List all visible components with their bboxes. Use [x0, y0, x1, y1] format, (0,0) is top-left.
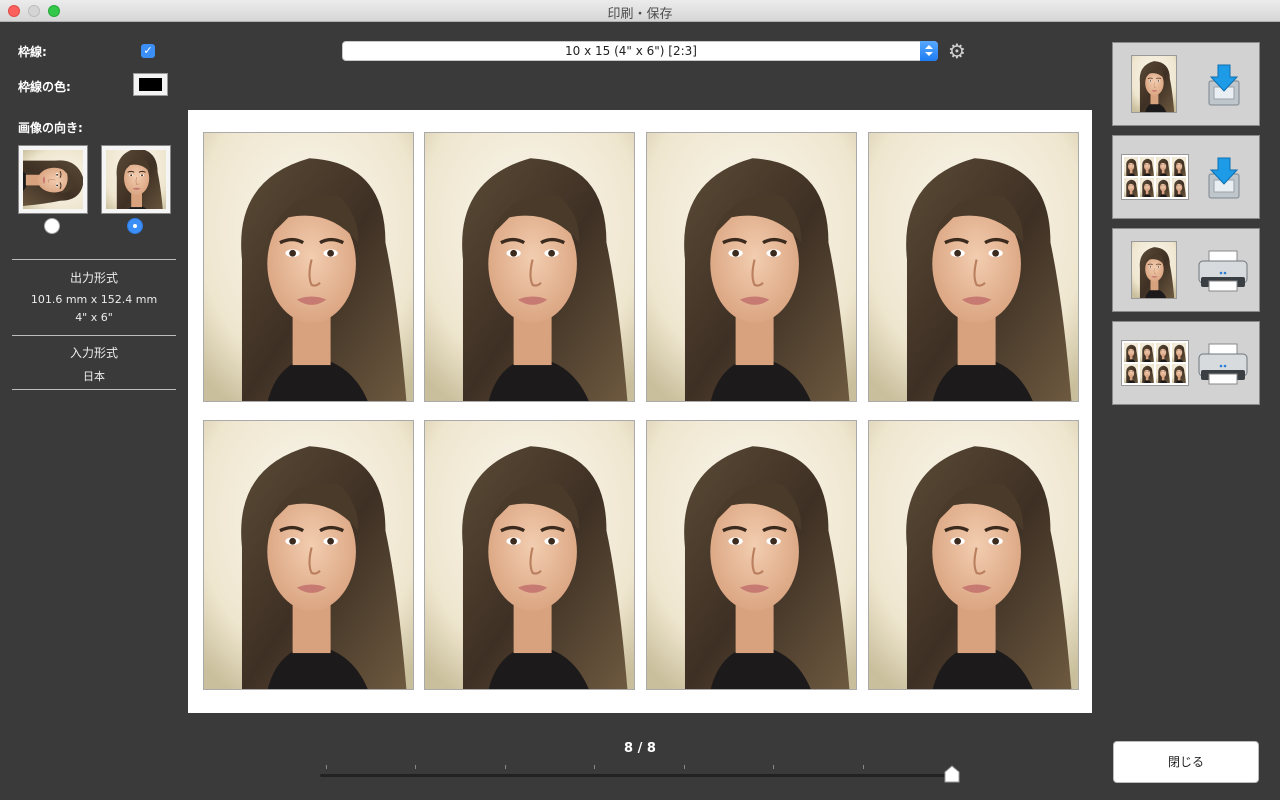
photo-tile: [868, 132, 1079, 402]
portrait-radio[interactable]: [127, 218, 143, 234]
output-format-heading: 出力形式: [69, 271, 118, 285]
input-format-heading: 入力形式: [69, 346, 118, 360]
sheet-thumbnail: [1121, 154, 1189, 200]
print-sheet-preview: [188, 110, 1092, 713]
orientation-landscape-option[interactable]: [18, 145, 88, 214]
portrait-image: [204, 421, 413, 689]
photo-tile: [203, 132, 414, 402]
portrait-image: [425, 421, 634, 689]
portrait-image: [425, 133, 634, 401]
save-single-photo-button[interactable]: [1112, 42, 1260, 126]
save-sheet-button[interactable]: [1112, 135, 1260, 219]
border-color-swatch[interactable]: [133, 73, 168, 96]
portrait-image: [647, 421, 856, 689]
output-format-inches: 4" x 6": [75, 311, 113, 324]
single-photo-thumbnail: [1131, 241, 1177, 299]
slider-tick: [773, 765, 774, 769]
page-slider-knob[interactable]: [944, 765, 960, 783]
photo-tile: [646, 132, 857, 402]
portrait-image: [1132, 56, 1176, 112]
slider-tick: [505, 765, 506, 769]
border-label: 枠線:: [18, 45, 47, 59]
paper-size-value: 10 x 15 (4" x 6") [2:3]: [565, 44, 697, 58]
photo-tile: [424, 132, 635, 402]
slider-tick: [594, 765, 595, 769]
color-fill: [139, 78, 162, 91]
orientation-label: 画像の向き:: [18, 121, 83, 135]
sheet-grid-image: [1124, 157, 1186, 197]
portrait-thumbnail: [106, 150, 166, 209]
slider-tick: [326, 765, 327, 769]
photo-tile: [646, 420, 857, 690]
slider-tick: [684, 765, 685, 769]
checkmark-icon: ✓: [143, 44, 153, 57]
photo-tile: [424, 420, 635, 690]
portrait-image: [106, 150, 166, 209]
page-indicator: 8 / 8: [624, 741, 656, 756]
divider: [12, 335, 176, 336]
print-single-photo-button[interactable]: [1112, 228, 1260, 312]
portrait-image: [204, 133, 413, 401]
portrait-image: [1132, 242, 1176, 298]
portrait-image-rotated: [23, 150, 83, 209]
save-download-icon: [1208, 64, 1240, 106]
single-photo-thumbnail: [1131, 55, 1177, 113]
chevron-updown-icon[interactable]: [920, 41, 938, 61]
portrait-image: [869, 421, 1078, 689]
orientation-portrait-option[interactable]: [101, 145, 171, 214]
print-sheet-button[interactable]: [1112, 321, 1260, 405]
photo-tile: [203, 420, 414, 690]
slider-tick: [415, 765, 416, 769]
window-title: 印刷・保存: [607, 7, 673, 22]
photo-tile: [868, 420, 1079, 690]
landscape-thumbnail: [23, 150, 83, 209]
divider: [12, 259, 176, 260]
landscape-radio[interactable]: [44, 218, 60, 234]
portrait-image: [647, 133, 856, 401]
sheet-thumbnail: [1121, 340, 1189, 386]
sheet-grid-image: [1124, 343, 1186, 383]
close-button[interactable]: 閉じる: [1113, 741, 1259, 783]
page-slider-track[interactable]: [320, 774, 950, 777]
printer-icon: [1198, 343, 1248, 385]
divider: [12, 389, 176, 390]
portrait-image: [869, 133, 1078, 401]
save-download-icon: [1208, 157, 1240, 199]
border-checkbox[interactable]: ✓: [141, 44, 155, 58]
title-bar: 印刷・保存: [0, 0, 1280, 22]
output-format-mm: 101.6 mm x 152.4 mm: [30, 293, 158, 306]
printer-icon: [1198, 250, 1248, 292]
paper-size-dropdown[interactable]: 10 x 15 (4" x 6") [2:3]: [342, 41, 938, 61]
slider-tick: [863, 765, 864, 769]
input-format-value: 日本: [83, 370, 105, 383]
border-color-label: 枠線の色:: [18, 80, 71, 94]
gear-icon[interactable]: ⚙: [946, 40, 968, 62]
